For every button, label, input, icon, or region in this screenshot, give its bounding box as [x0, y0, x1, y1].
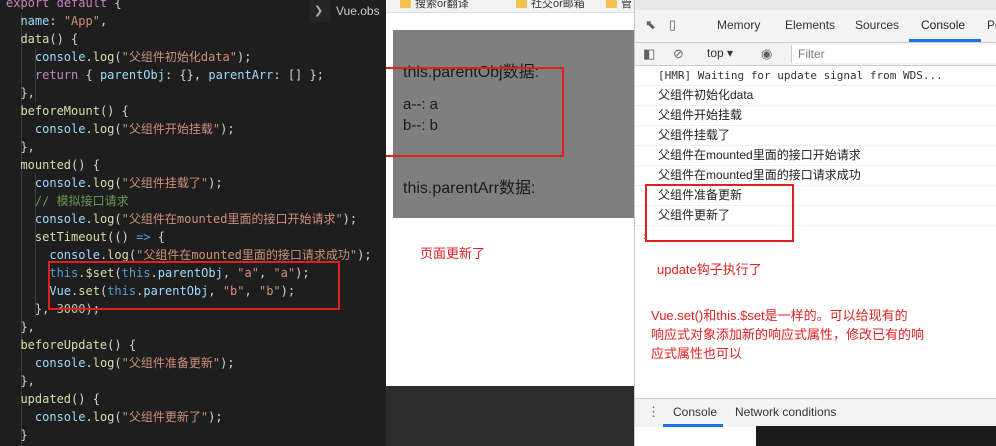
bookmark-folder[interactable]: 社交or邮箱 [516, 0, 585, 11]
filter-input[interactable]: Filter [791, 45, 996, 63]
tab-console[interactable]: Console [921, 18, 965, 32]
tab-memory[interactable]: Memory [717, 18, 760, 32]
editor-tabbar: ❯ Vue.obs [310, 0, 392, 22]
bookmark-folder[interactable]: 搜索or翻译 [400, 0, 469, 11]
drawer-tab-console[interactable]: Console [673, 405, 717, 419]
context-selector[interactable]: top ▾ [707, 46, 733, 60]
browser-bottom-strip [386, 386, 634, 446]
note-line-2: 响应式对象添加新的响应式属性，修改已有的响 [651, 327, 925, 342]
more-options-icon[interactable]: ⋮ [647, 405, 661, 419]
parent-arr-label: this.parentArr数据: [403, 180, 536, 197]
browser-viewport: 搜索or翻译 社交or邮箱 管 this.parentObj数据: a--: a… [386, 0, 634, 386]
desktop-background [756, 426, 996, 446]
devtools-titlebar [635, 0, 996, 10]
active-tab-indicator [909, 39, 981, 42]
devtools-tabbar: ⬉ ▯ Memory Elements Sources Console Pe [635, 10, 996, 43]
note-line-3: 应式属性也可以 [651, 346, 743, 361]
drawer-tab-network-conditions[interactable]: Network conditions [735, 405, 836, 419]
log-entry: 父组件挂载了 [635, 126, 996, 146]
folder-icon [400, 0, 411, 9]
inspect-element-icon[interactable]: ⬉ [645, 18, 659, 32]
folder-icon [606, 0, 617, 9]
device-toggle-icon[interactable]: ▯ [669, 18, 683, 32]
console-drawer: ⋮ Console Network conditions [635, 398, 996, 427]
highlight-update-logs [645, 184, 794, 242]
dropdown-arrow-icon: ▾ [727, 46, 734, 60]
drawer-active-indicator [663, 424, 723, 427]
folder-icon [516, 0, 527, 9]
log-entry: 父组件开始挂载 [635, 106, 996, 126]
eye-icon[interactable]: ◉ [761, 47, 775, 61]
code-content[interactable]: export default { name: "App", data() { c… [6, 0, 372, 444]
update-hook-note: update钩子执行了 [657, 262, 762, 277]
editor-tab[interactable]: Vue.obs [330, 0, 392, 22]
tab-performance[interactable]: Pe [987, 18, 996, 32]
tab-elements[interactable]: Elements [785, 18, 835, 32]
page-updated-note: 页面更新了 [420, 246, 486, 261]
highlight-obj-data [386, 67, 564, 157]
tab-sources[interactable]: Sources [855, 18, 899, 32]
bookmark-folder[interactable]: 管 [606, 0, 632, 11]
log-entry: 父组件在mounted里面的接口请求成功 [635, 166, 996, 186]
note-line-1: Vue.set()和this.$set是一样的。可以给现有的 [651, 308, 908, 323]
chevron-right-icon[interactable]: ❯ [314, 4, 323, 17]
highlight-set-calls [48, 261, 340, 310]
code-editor[interactable]: export default { name: "App", data() { c… [0, 0, 386, 446]
sidebar-toggle-icon[interactable]: ◧ [643, 47, 657, 61]
clear-console-icon[interactable]: ⊘ [673, 47, 687, 61]
log-entry: [HMR] Waiting for update signal from WDS… [635, 66, 996, 86]
console-toolbar: ◧ ⊘ top ▾ ◉ Filter [635, 43, 996, 66]
devtools-window: ⬉ ▯ Memory Elements Sources Console Pe ◧… [634, 0, 996, 446]
log-entry: 父组件初始化data [635, 86, 996, 106]
bookmarks-bar: 搜索or翻译 社交or邮箱 管 [386, 0, 634, 13]
log-entry: 父组件在mounted里面的接口开始请求 [635, 146, 996, 166]
